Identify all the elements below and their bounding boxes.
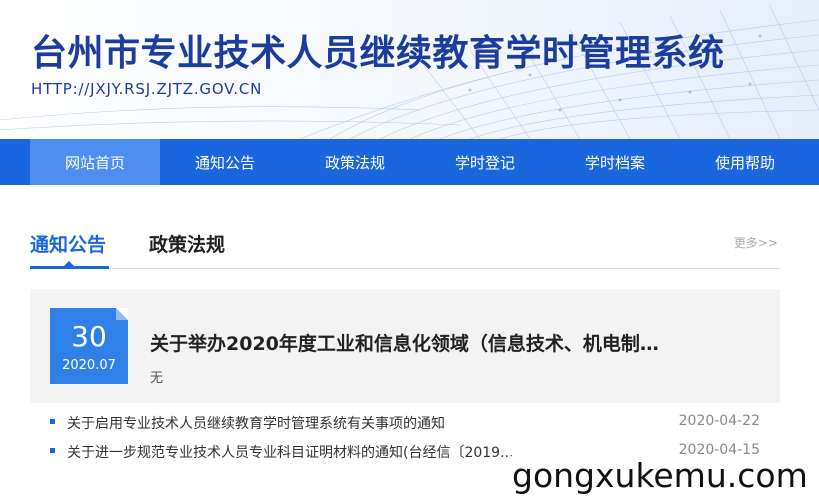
nav-item-home[interactable]: 网站首页 xyxy=(30,139,160,185)
date-day: 30 xyxy=(71,320,107,353)
nav-item-policies[interactable]: 政策法规 xyxy=(290,139,420,185)
watermark: gongxukemu.com xyxy=(508,456,812,496)
list-item-title-link[interactable]: 关于启用专业技术人员继续教育学时管理系统有关事项的通知 xyxy=(67,413,572,433)
more-link[interactable]: 更多>> xyxy=(734,234,778,251)
list-item: 关于启用专业技术人员继续教育学时管理系统有关事项的通知 2020-04-22 xyxy=(50,410,760,439)
tab-policies[interactable]: 政策法规 xyxy=(149,230,225,257)
date-badge: 30 2020.07 xyxy=(50,308,128,384)
bullet-icon xyxy=(50,448,55,453)
active-tab-underline xyxy=(30,266,109,269)
featured-notice[interactable]: 30 2020.07 关于举办2020年度工业和信息化领域（信息技术、机电制… … xyxy=(30,289,780,403)
content-tabs: 通知公告 政策法规 更多>> xyxy=(30,218,780,269)
list-item-date: 2020-04-22 xyxy=(678,413,760,429)
site-title: 台州市专业技术人员继续教育学时管理系统 xyxy=(31,33,725,74)
list-item-title-link[interactable]: 关于进一步规范专业技术人员专业科目证明材料的通知(台经信〔2019... xyxy=(67,442,572,462)
corner-fold-decoration xyxy=(116,308,128,320)
main-nav: 网站首页 通知公告 政策法规 学时登记 学时档案 使用帮助 xyxy=(0,139,819,185)
bullet-icon xyxy=(50,419,55,424)
nav-item-help[interactable]: 使用帮助 xyxy=(680,139,810,185)
nav-item-hour-registration[interactable]: 学时登记 xyxy=(420,139,550,185)
site-banner: 台州市专业技术人员继续教育学时管理系统 HTTP://JXJY.RSJ.ZJTZ… xyxy=(0,0,819,139)
nav-item-notices[interactable]: 通知公告 xyxy=(160,139,290,185)
site-url: HTTP://JXJY.RSJ.ZJTZ.GOV.CN xyxy=(31,80,263,98)
featured-title-link[interactable]: 关于举办2020年度工业和信息化领域（信息技术、机电制… xyxy=(150,329,750,356)
featured-summary: 无 xyxy=(150,371,164,386)
tab-notices[interactable]: 通知公告 xyxy=(30,230,106,257)
date-year-month: 2020.07 xyxy=(62,358,116,373)
nav-item-hour-archive[interactable]: 学时档案 xyxy=(550,139,680,185)
